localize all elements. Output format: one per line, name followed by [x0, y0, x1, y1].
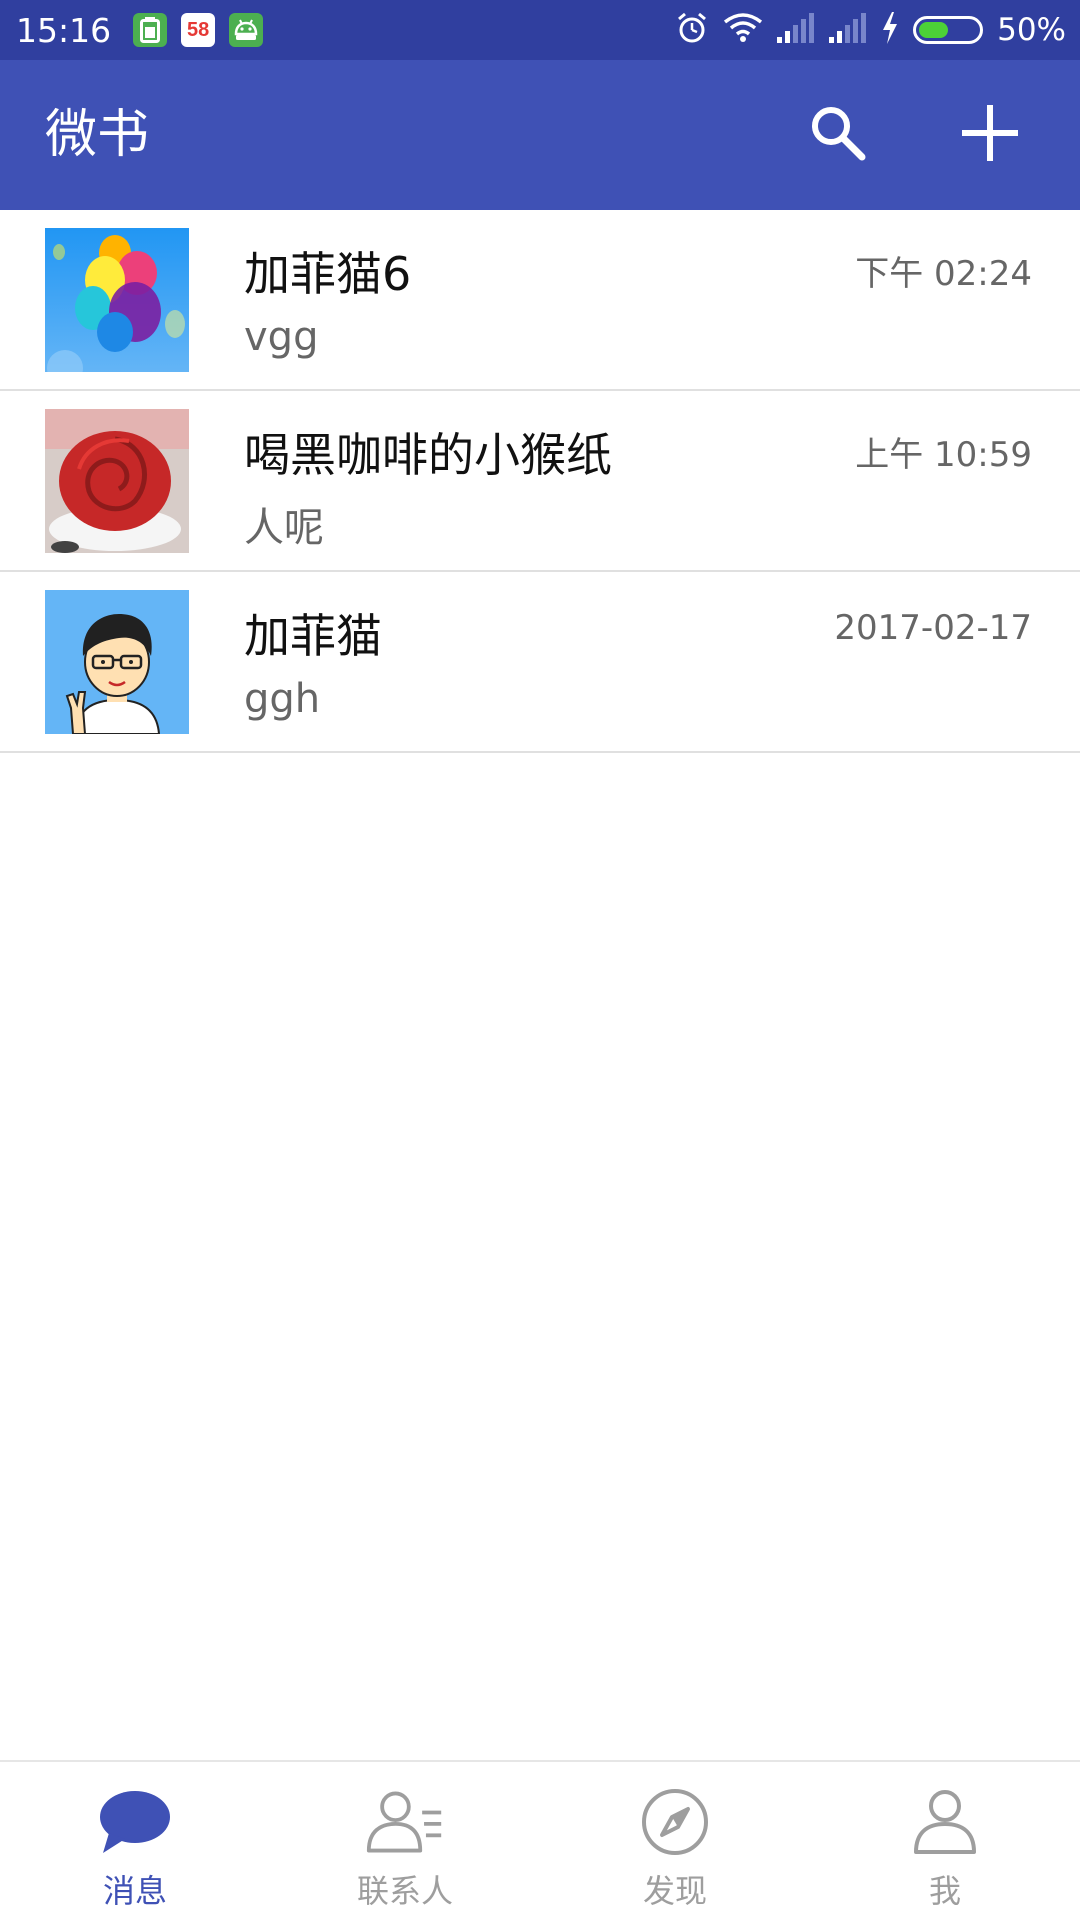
conversation-row[interactable]: 加菲猫 ggh 2017-02-17 — [0, 572, 1080, 753]
conversation-list: 加菲猫6 vgg 下午 02:24 喝黑咖啡的小猴纸 人呢 上午 10:59 加… — [0, 210, 1080, 753]
signal-icon — [829, 13, 867, 47]
contacts-icon — [365, 1782, 445, 1862]
58-app-icon: 58 — [181, 13, 216, 47]
nav-label: 消息 — [102, 1872, 167, 1910]
signal-icon — [777, 13, 815, 47]
app-bar: 微书 — [0, 60, 1080, 210]
app-title: 微书 — [45, 105, 150, 165]
cartoon-man-avatar — [45, 590, 189, 734]
battery-icon — [913, 16, 984, 44]
search-icon — [806, 101, 870, 169]
person-icon — [905, 1782, 985, 1862]
status-time: 15:16 — [16, 10, 112, 50]
nav-label: 我 — [928, 1872, 961, 1910]
conversation-preview: 人呢 — [244, 505, 324, 551]
chat-bubble-icon — [95, 1782, 175, 1862]
conversation-time: 上午 10:59 — [855, 435, 1032, 475]
red-rose-cake-avatar — [45, 409, 189, 553]
nav-tab-contacts[interactable]: 联系人 — [270, 1762, 540, 1920]
conversation-name: 加菲猫6 — [244, 247, 412, 301]
compass-icon — [635, 1782, 715, 1862]
conversation-row[interactable]: 加菲猫6 vgg 下午 02:24 — [0, 210, 1080, 391]
android-app-icon — [229, 13, 264, 47]
conversation-time: 下午 02:24 — [855, 254, 1032, 294]
conversation-row[interactable]: 喝黑咖啡的小猴纸 人呢 上午 10:59 — [0, 391, 1080, 572]
wifi-icon — [723, 12, 763, 48]
alarm-icon — [675, 11, 709, 49]
nav-tab-me[interactable]: 我 — [810, 1762, 1080, 1920]
conversation-preview: ggh — [244, 676, 321, 722]
nav-tab-messages[interactable]: 消息 — [0, 1762, 270, 1920]
charging-icon — [881, 12, 899, 48]
battery-level-fill — [919, 22, 949, 38]
battery-app-icon — [133, 13, 168, 47]
conversation-time: 2017-02-17 — [834, 608, 1032, 648]
bottom-navigation: 消息 联系人 发现 我 — [0, 1760, 1080, 1920]
status-bar: 15:16 58 50% — [0, 0, 1080, 60]
balloons-avatar — [45, 228, 189, 372]
system-status-icons: 50% — [661, 0, 1066, 60]
search-button[interactable] — [798, 95, 878, 175]
conversation-name: 加菲猫 — [244, 609, 382, 663]
battery-percent: 50% — [997, 12, 1066, 48]
conversation-preview: vgg — [244, 314, 319, 360]
nav-label: 发现 — [642, 1872, 707, 1910]
nav-label: 联系人 — [356, 1872, 453, 1910]
conversation-name: 喝黑咖啡的小猴纸 — [244, 428, 612, 482]
58-app-icon-label: 58 — [186, 18, 210, 41]
add-icon — [958, 101, 1022, 169]
add-button[interactable] — [950, 95, 1030, 175]
nav-tab-discover[interactable]: 发现 — [540, 1762, 810, 1920]
